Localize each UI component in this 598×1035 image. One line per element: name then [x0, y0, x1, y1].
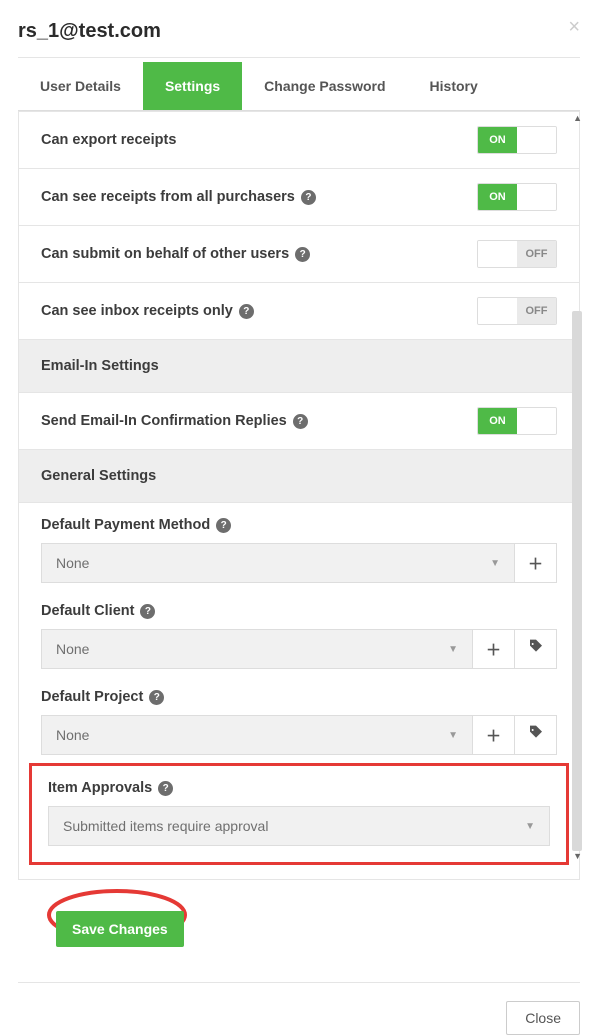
help-icon[interactable]: ?	[239, 304, 254, 319]
label-text: Send Email-In Confirmation Replies	[41, 413, 287, 429]
save-changes-button[interactable]: Save Changes	[56, 911, 184, 947]
scroll-up-arrow[interactable]: ▲	[573, 113, 582, 123]
item-approvals-label: Item Approvals ?	[48, 780, 550, 796]
help-icon[interactable]: ?	[216, 518, 231, 533]
can-see-inbox-only-toggle[interactable]: OFF	[477, 297, 557, 325]
default-project-select[interactable]: None ▼	[41, 715, 473, 755]
select-value: None	[56, 727, 89, 743]
settings-panel: Can export receipts ON Can see receipts …	[18, 111, 580, 880]
default-client-select[interactable]: None ▼	[41, 629, 473, 669]
add-payment-method-button[interactable]: ＋	[515, 543, 557, 583]
scrollbar[interactable]	[572, 311, 582, 851]
select-value: Submitted items require approval	[63, 818, 268, 834]
label-text: Can submit on behalf of other users	[41, 246, 289, 262]
label-text: Item Approvals	[48, 780, 152, 796]
can-see-all-purchasers-label: Can see receipts from all purchasers ?	[41, 189, 316, 205]
can-see-all-purchasers-toggle[interactable]: ON	[477, 183, 557, 211]
toggle-off-text: OFF	[517, 298, 556, 324]
footer-divider	[18, 982, 580, 983]
close-icon[interactable]: ×	[568, 16, 580, 39]
scroll-down-arrow[interactable]: ▼	[573, 851, 582, 861]
label-text: Default Client	[41, 603, 134, 619]
select-value: None	[56, 555, 89, 571]
tag-client-button[interactable]	[515, 629, 557, 669]
tab-user-details[interactable]: User Details	[18, 62, 143, 110]
help-icon[interactable]: ?	[295, 247, 310, 262]
can-export-receipts-toggle[interactable]: ON	[477, 126, 557, 154]
item-approvals-highlight: Item Approvals ? Submitted items require…	[29, 763, 569, 865]
label-text: Can export receipts	[41, 132, 176, 148]
default-client-label: Default Client ?	[41, 603, 557, 619]
plus-icon: ＋	[486, 639, 501, 660]
default-payment-method-label: Default Payment Method ?	[41, 517, 557, 533]
email-in-settings-header: Email-In Settings	[19, 340, 579, 393]
page-title: rs_1@test.com	[18, 20, 161, 43]
plus-icon: ＋	[528, 553, 543, 574]
default-payment-method-select[interactable]: None ▼	[41, 543, 515, 583]
add-project-button[interactable]: ＋	[473, 715, 515, 755]
tab-change-password[interactable]: Change Password	[242, 62, 407, 110]
can-submit-behalf-toggle[interactable]: OFF	[477, 240, 557, 268]
send-email-confirmation-toggle[interactable]: ON	[477, 407, 557, 435]
toggle-on-text: ON	[478, 184, 517, 210]
save-highlight: Save Changes	[18, 894, 198, 964]
tab-bar: User Details Settings Change Password Hi…	[18, 62, 580, 111]
can-see-inbox-only-label: Can see inbox receipts only ?	[41, 303, 254, 319]
tag-icon	[528, 639, 544, 659]
help-icon[interactable]: ?	[301, 190, 316, 205]
help-icon[interactable]: ?	[158, 781, 173, 796]
default-project-label: Default Project ?	[41, 689, 557, 705]
help-icon[interactable]: ?	[140, 604, 155, 619]
label-text: Can see receipts from all purchasers	[41, 189, 295, 205]
toggle-off-text: OFF	[517, 241, 556, 267]
chevron-down-icon: ▼	[448, 644, 458, 655]
label-text: Default Project	[41, 689, 143, 705]
tab-settings[interactable]: Settings	[143, 62, 242, 110]
section-title: Email-In Settings	[41, 358, 557, 374]
help-icon[interactable]: ?	[149, 690, 164, 705]
tag-project-button[interactable]	[515, 715, 557, 755]
chevron-down-icon: ▼	[448, 730, 458, 741]
label-text: Can see inbox receipts only	[41, 303, 233, 319]
add-client-button[interactable]: ＋	[473, 629, 515, 669]
toggle-on-text: ON	[478, 408, 517, 434]
tab-history[interactable]: History	[408, 62, 500, 110]
toggle-on-text: ON	[478, 127, 517, 153]
general-settings-header: General Settings	[19, 450, 579, 503]
tag-icon	[528, 725, 544, 745]
plus-icon: ＋	[486, 725, 501, 746]
select-value: None	[56, 641, 89, 657]
chevron-down-icon: ▼	[490, 558, 500, 569]
label-text: Default Payment Method	[41, 517, 210, 533]
section-title: General Settings	[41, 468, 557, 484]
send-email-confirmation-label: Send Email-In Confirmation Replies ?	[41, 413, 308, 429]
item-approvals-select[interactable]: Submitted items require approval ▼	[48, 806, 550, 846]
chevron-down-icon: ▼	[525, 821, 535, 832]
close-button[interactable]: Close	[506, 1001, 580, 1035]
help-icon[interactable]: ?	[293, 414, 308, 429]
can-submit-behalf-label: Can submit on behalf of other users ?	[41, 246, 310, 262]
can-export-receipts-label: Can export receipts	[41, 132, 176, 148]
